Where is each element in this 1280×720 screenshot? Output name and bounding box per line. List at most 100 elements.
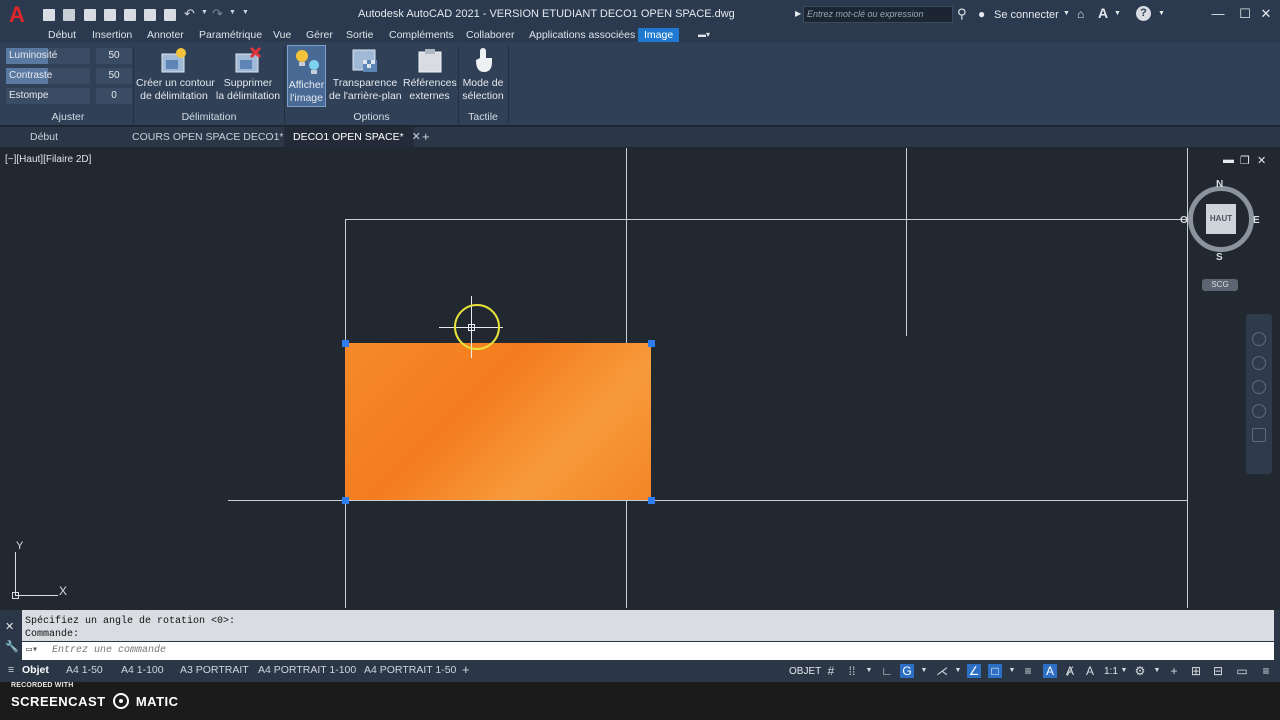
layout-tab-a3-portrait[interactable]: A3 PORTRAIT (180, 662, 249, 678)
viewport-controls-label[interactable]: [−][Haut][Filaire 2D] (5, 154, 91, 165)
new-file-icon[interactable] (43, 9, 55, 21)
undo-dropdown-icon[interactable]: ▼ (201, 9, 208, 16)
layout-tab-a4-portrait-1-50[interactable]: A4 PORTRAIT 1-50 (364, 662, 456, 678)
fade-slider[interactable]: Estompe 0 (6, 88, 132, 104)
autocad-logo[interactable]: A (9, 4, 25, 26)
brightness-value[interactable]: 50 (96, 48, 132, 64)
redo-icon[interactable]: ↷ (212, 6, 223, 22)
panel-title-ajuster[interactable]: Ajuster (6, 111, 130, 123)
polar-tracking-icon[interactable]: G (900, 664, 914, 678)
doc-tab-debut[interactable]: Début (0, 127, 122, 147)
close-command-line-icon[interactable]: ✕ (5, 620, 14, 633)
a360-icon[interactable]: A (1098, 5, 1108, 21)
lineweight-icon[interactable]: ≡ (1021, 664, 1035, 678)
tab-applications-associees[interactable]: Applications associées (529, 28, 635, 42)
user-icon[interactable]: ● (978, 7, 985, 21)
undo-icon[interactable]: ↶ (184, 6, 195, 22)
help-icon[interactable]: ? (1136, 6, 1151, 21)
viewcube-east[interactable]: E (1253, 215, 1260, 226)
snap-icon[interactable]: ⁞⁞ (845, 664, 859, 678)
full-navigation-wheel-icon[interactable] (1252, 332, 1266, 346)
selection-mode-button[interactable]: Mode de sélection (460, 44, 506, 103)
annotation-scale-value[interactable]: 1:1 (1104, 664, 1118, 680)
tab-annoter[interactable]: Annoter (147, 28, 184, 42)
tab-collaborer[interactable]: Collaborer (466, 28, 514, 42)
showmotion-icon[interactable] (1252, 428, 1266, 442)
annotation-monitor-icon[interactable]: + (1167, 664, 1181, 678)
clean-screen-icon[interactable]: ▭ (1235, 664, 1249, 678)
brightness-slider[interactable]: Luminosité 50 (6, 48, 132, 64)
maximize-window-icon[interactable]: ☐ (1234, 5, 1256, 23)
raster-image[interactable] (345, 343, 651, 500)
doc-tab-deco1-open-space[interactable]: DECO1 OPEN SPACE* ✕ (284, 127, 421, 147)
doc-tab-cours-open-space[interactable]: COURS OPEN SPACE DECO1*✕ (124, 127, 301, 147)
web-mobile-icon[interactable] (124, 9, 136, 21)
snap-dropdown-icon[interactable]: ▼ (862, 664, 876, 678)
ribbon-minimize-icon[interactable]: ▬▾ (698, 28, 710, 42)
print-icon[interactable] (164, 9, 176, 21)
annotation-scale-icon[interactable]: A (1083, 664, 1097, 678)
scale-dropdown-icon[interactable]: ▼ (1117, 664, 1131, 678)
viewcube-top-face[interactable]: HAUT (1206, 204, 1236, 234)
save-as-icon[interactable] (104, 9, 116, 21)
command-input[interactable]: ▭▾ Entrez une commande (22, 642, 1274, 660)
layout-tab-objet[interactable]: Objet (22, 662, 49, 678)
viewcube-north[interactable]: N (1216, 179, 1223, 190)
background-transparency-button[interactable]: Transparence de l'arrière-plan (329, 44, 402, 103)
a360-dropdown-icon[interactable]: ▼ (1114, 10, 1121, 17)
orbit-icon[interactable] (1252, 404, 1266, 418)
polar-dropdown-icon[interactable]: ▼ (917, 664, 931, 678)
isodraft-icon[interactable]: ⋌ (935, 664, 949, 678)
search-icon[interactable]: ⚲ (957, 6, 967, 22)
tab-image[interactable]: Image (638, 28, 680, 42)
pan-icon[interactable] (1252, 356, 1266, 370)
layout-tab-a4-1-50[interactable]: A4 1-50 (66, 662, 103, 678)
tab-debut[interactable]: Début (48, 28, 76, 42)
tab-gerer[interactable]: Gérer (306, 28, 333, 42)
isolate-objects-icon[interactable]: ⊟ (1211, 664, 1225, 678)
contrast-slider[interactable]: Contraste 50 (6, 68, 132, 84)
object-snap-tracking-icon[interactable]: ∠ (967, 664, 981, 678)
navigation-bar[interactable] (1246, 314, 1272, 474)
viewport-minimize-icon[interactable]: ▬ (1223, 154, 1234, 166)
object-snap-icon[interactable]: □ (988, 664, 1002, 678)
sign-in-dropdown-icon[interactable]: ▼ (1063, 10, 1070, 17)
help-dropdown-icon[interactable]: ▼ (1158, 10, 1165, 17)
drawing-canvas[interactable]: [−][Haut][Filaire 2D] ▬ ❐ ✕ HAUT N S E O… (0, 148, 1280, 608)
viewport-restore-icon[interactable]: ❐ (1240, 154, 1250, 167)
zoom-extents-icon[interactable] (1252, 380, 1266, 394)
command-prompt-icon[interactable]: ▭▾ (26, 642, 38, 660)
close-layout-icon[interactable]: ≡ (8, 662, 14, 678)
sign-in-link[interactable]: Se connecter (994, 9, 1059, 21)
grip-handle[interactable] (648, 497, 655, 504)
redo-dropdown-icon[interactable]: ▼ (229, 9, 236, 16)
open-folder-icon[interactable] (63, 9, 75, 21)
search-expand-icon[interactable]: ▶ (795, 9, 801, 18)
new-tab-icon[interactable]: + (422, 127, 430, 147)
viewcube-south[interactable]: S (1216, 252, 1223, 263)
delete-clip-boundary-button[interactable]: Supprimer la délimitation (214, 44, 282, 103)
ucs-menu[interactable]: SCG (1202, 279, 1238, 291)
layout-tab-a4-portrait-1-100[interactable]: A4 PORTRAIT 1-100 (258, 662, 356, 678)
workspace-dropdown-icon[interactable]: ▼ (1150, 664, 1164, 678)
fade-value[interactable]: 0 (96, 88, 132, 104)
customization-icon[interactable]: ≡ (1259, 664, 1273, 678)
contrast-value[interactable]: 50 (96, 68, 132, 84)
viewport-close-icon[interactable]: ✕ (1257, 154, 1266, 167)
save-icon[interactable] (84, 9, 96, 21)
isodraft-dropdown-icon[interactable]: ▼ (951, 664, 965, 678)
grid-icon[interactable]: # (824, 664, 838, 678)
autodesk-app-store-icon[interactable]: ⌂ (1077, 7, 1084, 21)
plot-icon[interactable] (144, 9, 156, 21)
external-references-button[interactable]: Références externes (403, 44, 457, 103)
qat-customize-icon[interactable]: ▼ (242, 9, 249, 16)
grip-handle[interactable] (648, 340, 655, 347)
minimize-window-icon[interactable]: — (1207, 5, 1229, 23)
model-space-button[interactable]: OBJET (789, 664, 821, 680)
tab-sortie[interactable]: Sortie (346, 28, 373, 42)
close-window-icon[interactable]: ✕ (1255, 5, 1277, 23)
layout-tab-a4-1-100[interactable]: A4 1-100 (121, 662, 164, 678)
object-snap-dropdown-icon[interactable]: ▼ (1005, 664, 1019, 678)
show-image-button[interactable]: Afficher l'image (287, 45, 326, 107)
ortho-icon[interactable]: ∟ (880, 664, 894, 678)
